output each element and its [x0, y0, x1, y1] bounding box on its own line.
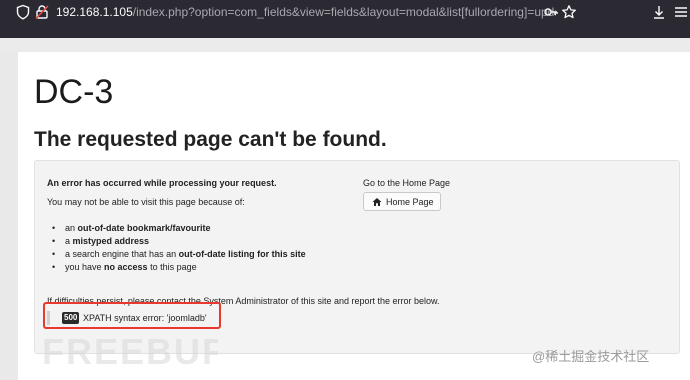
shield-icon[interactable] — [15, 4, 31, 20]
address-bar[interactable]: 192.168.1.105/index.php?option=com_field… — [56, 3, 556, 21]
home-icon — [372, 198, 382, 206]
download-icon[interactable] — [651, 4, 667, 20]
key-icon[interactable] — [543, 4, 559, 20]
list-item: an out-of-date bookmark/favourite — [48, 222, 306, 235]
watermark-text: FREEBUF — [42, 331, 218, 372]
error-headline: The requested page can't be found. — [34, 128, 387, 151]
insecure-lock-icon[interactable] — [34, 4, 50, 20]
site-title[interactable]: DC-3 — [34, 70, 113, 114]
browser-divider — [0, 38, 690, 52]
url-host: 192.168.1.105 — [56, 5, 133, 19]
menu-icon[interactable] — [673, 4, 689, 20]
list-item: a search engine that has an out-of-date … — [48, 248, 306, 261]
home-page-button[interactable]: Home Page — [363, 192, 441, 211]
freebuf-watermark: FREEBUF — [42, 331, 218, 372]
list-item: you have no access to this page — [48, 261, 306, 274]
credit-text: @稀土掘金技术社区 — [532, 349, 650, 364]
reason-list: an out-of-date bookmark/favourite a mist… — [48, 222, 306, 274]
url-path: /index.php?option=com_fields&view=fields… — [132, 5, 556, 19]
error-heading: An error has occurred while processing y… — [47, 178, 277, 188]
home-prompt: Go to the Home Page — [363, 178, 451, 188]
browser-toolbar: 192.168.1.105/index.php?option=com_field… — [0, 0, 690, 38]
page-gutter — [0, 52, 18, 380]
list-item: a mistyped address — [48, 235, 306, 248]
error-intro: You may not be able to visit this page b… — [47, 197, 245, 207]
home-button-label: Home Page — [386, 197, 434, 207]
star-icon[interactable] — [561, 4, 577, 20]
highlight-box — [43, 302, 221, 329]
